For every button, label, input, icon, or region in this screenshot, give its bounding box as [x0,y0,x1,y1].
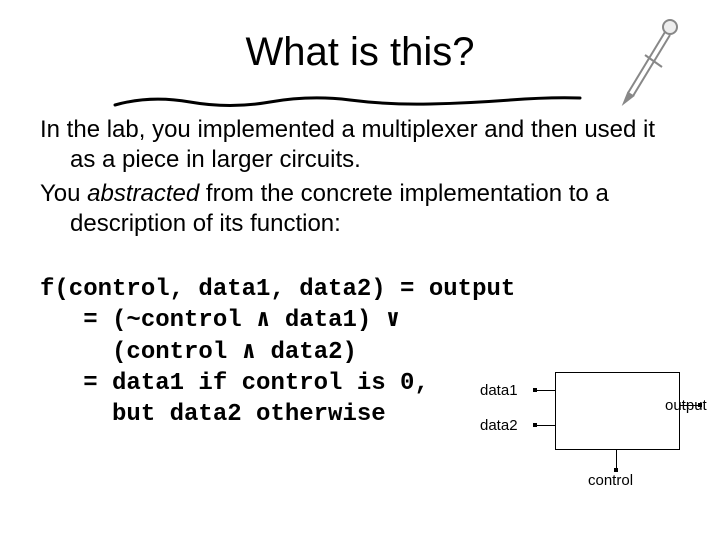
code-line-3: (control ∧ data2) [40,339,357,366]
underline-squiggle-icon [110,90,590,115]
label-control: control [588,472,633,489]
paragraph-2: You abstracted from the concrete impleme… [40,179,680,239]
data1-wire [535,390,555,391]
data2-wire [535,425,555,426]
code-line-4: = data1 if control is 0, [40,370,429,397]
sword-icon [610,15,690,115]
title-area: What is this? [40,30,680,75]
code-line-1: f(control, data1, data2) = output [40,276,515,303]
data2-tick [533,423,537,427]
mux-box [555,372,680,450]
label-data2: data2 [480,417,518,434]
control-wire [616,450,617,470]
slide: What is this? In the lab, you implemente… [0,0,720,540]
para2-italic: abstracted [87,180,199,207]
label-output: output [665,397,707,414]
para2-part-a: You [40,180,87,207]
mux-diagram: data1 data2 control output [480,360,710,490]
label-data1: data1 [480,382,518,399]
code-line-5: but data2 otherwise [40,401,386,428]
slide-title: What is this? [246,30,475,75]
data1-tick [533,388,537,392]
paragraph-1: In the lab, you implemented a multiplexe… [40,115,680,175]
code-line-2: = (~control ∧ data1) ∨ [40,307,400,334]
